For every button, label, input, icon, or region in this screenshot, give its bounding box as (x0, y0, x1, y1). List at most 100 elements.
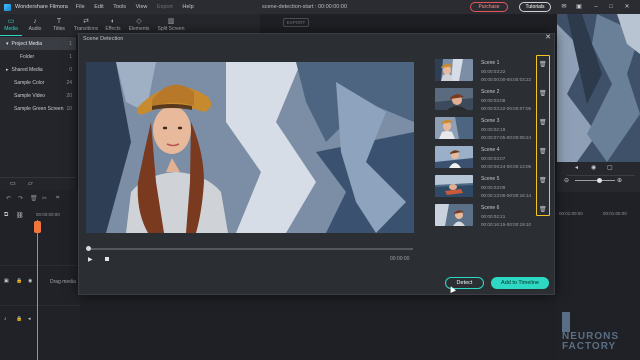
effects-icon: ◐ (110, 18, 116, 25)
menu-file[interactable]: File (76, 4, 85, 10)
text-icon: T (56, 18, 62, 25)
filmora-window: Wondershare Filmora File Edit Tools View… (0, 0, 640, 360)
menu-edit[interactable]: Edit (94, 4, 103, 10)
play-icon[interactable]: ▶ (88, 256, 93, 263)
lock-icon[interactable]: 🔒 (16, 316, 22, 322)
zoom-knob[interactable] (597, 178, 602, 183)
timeline-panel: ↶ ↷ 🗑 ✂ ⌗ 00:00:00:00 ⧉ ⛓ ▣ 🔒 ◉ Drag med… (0, 190, 80, 360)
filmora-logo-icon (4, 3, 11, 11)
menu-view[interactable]: View (136, 4, 148, 10)
menu-bar: File Edit Tools View Export Help (68, 4, 194, 10)
delete-icon[interactable]: 🗑 (30, 195, 38, 202)
scene-name: Scene 6 (481, 205, 500, 211)
media-item-count: 20 (66, 92, 72, 99)
link-icon[interactable]: ⛓ (16, 212, 24, 219)
playhead-line[interactable] (37, 220, 38, 360)
list-item[interactable]: Scene 5 00:00:03:09 00:00:13:06-00:00:16… (425, 173, 553, 202)
logo-mark (562, 312, 570, 332)
scene-name: Scene 1 (481, 60, 500, 66)
maximize-icon[interactable]: □ (607, 3, 615, 11)
menu-export[interactable]: Export (157, 4, 173, 10)
tab-label: Transitions (73, 26, 99, 32)
speaker-icon[interactable]: ◂ (28, 316, 31, 322)
scene-duration: 00:00:02:19 (481, 127, 506, 132)
zoom-out-icon[interactable]: ⊖ (564, 177, 569, 184)
scene-thumbnail (435, 175, 473, 197)
tab-titles[interactable]: T Titles (48, 14, 70, 36)
new-folder-icon[interactable]: ▭ (10, 180, 16, 187)
tab-label: Effects (105, 26, 121, 32)
tutorials-button[interactable]: Tutorials (519, 2, 551, 12)
audio-track-icon: ♪ (4, 316, 7, 322)
elements-icon: ◇ (136, 18, 142, 25)
list-item[interactable]: Scene 4 00:00:03:07 00:00:09:24-00:00:13… (425, 144, 553, 173)
video-scrub-bar[interactable] (88, 248, 413, 250)
tab-media[interactable]: ▭ Media (0, 14, 22, 36)
trash-column-highlight (536, 55, 550, 216)
snapshot-icon[interactable]: ◉ (591, 164, 596, 171)
eye-icon[interactable]: ◉ (28, 278, 32, 284)
zoom-slider[interactable] (575, 180, 615, 181)
scene-list: Scene 1 00:00:03:22 00:00:00:00-00:00:03… (425, 52, 553, 230)
playhead-handle[interactable] (34, 221, 41, 233)
scene-name: Scene 2 (481, 89, 500, 95)
video-frame (86, 62, 414, 233)
scrub-knob[interactable] (86, 246, 91, 251)
stop-icon[interactable] (105, 257, 109, 261)
media-item-label: Project Media (11, 40, 43, 47)
undo-icon[interactable]: ↶ (6, 195, 11, 202)
list-item[interactable]: Scene 2 00:00:03:08 00:00:03:22-00:00:07… (425, 86, 553, 115)
list-item[interactable]: Scene 3 00:00:02:19 00:00:07:05-00:00:09… (425, 115, 553, 144)
minimize-icon[interactable]: – (592, 3, 600, 11)
media-item-shared-media[interactable]: ▸ Shared Media 0 (0, 63, 76, 76)
cut-icon[interactable]: ✂ (42, 195, 47, 202)
media-item-label: Sample Green Screen (14, 105, 64, 112)
media-item-sample-green-screen[interactable]: Sample Green Screen 10 (0, 102, 76, 115)
media-item-folder[interactable]: Folder 1 (0, 50, 76, 63)
media-item-label: Shared Media (11, 66, 43, 73)
dialog-close-icon[interactable]: ✕ (544, 34, 552, 42)
list-item[interactable]: Scene 1 00:00:03:22 00:00:00:00-00:00:03… (425, 57, 553, 86)
crop-icon[interactable]: ⌗ (56, 195, 59, 202)
player-controls: ◂ ◉ ▢ ⊖ ⊕ (557, 162, 640, 192)
scene-name: Scene 4 (481, 147, 500, 153)
volume-icon[interactable]: ◂ (575, 164, 578, 171)
add-to-timeline-button[interactable]: Add to Timeline (491, 277, 549, 289)
tab-label: Audio (28, 26, 42, 32)
media-item-count: 0 (69, 66, 72, 73)
scene-duration: 00:00:02:21 (481, 214, 506, 219)
purchase-button[interactable]: Purchase (470, 2, 508, 12)
scene-duration: 00:00:03:09 (481, 185, 506, 190)
folder-icon: ▭ (7, 17, 15, 25)
preview-frame (557, 14, 640, 162)
dialog-title: Scene Detection (83, 36, 124, 42)
video-preview (86, 62, 414, 233)
media-item-label: Sample Video (14, 92, 46, 99)
close-window-icon[interactable]: ✕ (623, 3, 631, 11)
menu-help[interactable]: Help (182, 4, 193, 10)
folder-open-icon[interactable]: ▱ (28, 180, 33, 187)
lock-icon[interactable]: 🔒 (16, 278, 22, 284)
mail-icon[interactable]: ✉ (560, 3, 568, 11)
scene-range: 00:00:13:06-00:00:16:14 (481, 193, 532, 198)
media-item-sample-video[interactable]: Sample Video 20 (0, 89, 76, 102)
tab-audio[interactable]: ♪ Audio (24, 14, 46, 36)
media-item-project-media[interactable]: ▾ Project Media 1 (0, 37, 76, 50)
media-item-sample-color[interactable]: Sample Color 24 (0, 76, 76, 89)
add-track-icon[interactable]: ⧉ (4, 212, 8, 219)
tab-label: Media (4, 25, 18, 32)
fullscreen-icon[interactable]: ▢ (607, 164, 613, 171)
tab-label: Split Screen (157, 26, 185, 32)
redo-icon[interactable]: ↷ (18, 195, 23, 202)
app-name: Wondershare Filmora (15, 4, 68, 10)
zoom-in-icon[interactable]: ⊕ (617, 177, 622, 184)
logo-line-2: FACTORY (562, 341, 617, 352)
timeline-ruler-label: 00:01:05:00 (603, 211, 627, 216)
list-item[interactable]: Scene 6 00:00:02:21 00:00:16:15-00:00:19… (425, 202, 553, 231)
timeline-ruler-label: 00:01:00:00 (559, 211, 583, 216)
scene-thumbnail (435, 204, 473, 226)
menu-tools[interactable]: Tools (113, 4, 126, 10)
save-icon[interactable]: ▣ (575, 3, 583, 11)
media-item-count: 24 (66, 79, 72, 86)
export-button[interactable]: EXPORT (283, 18, 309, 27)
